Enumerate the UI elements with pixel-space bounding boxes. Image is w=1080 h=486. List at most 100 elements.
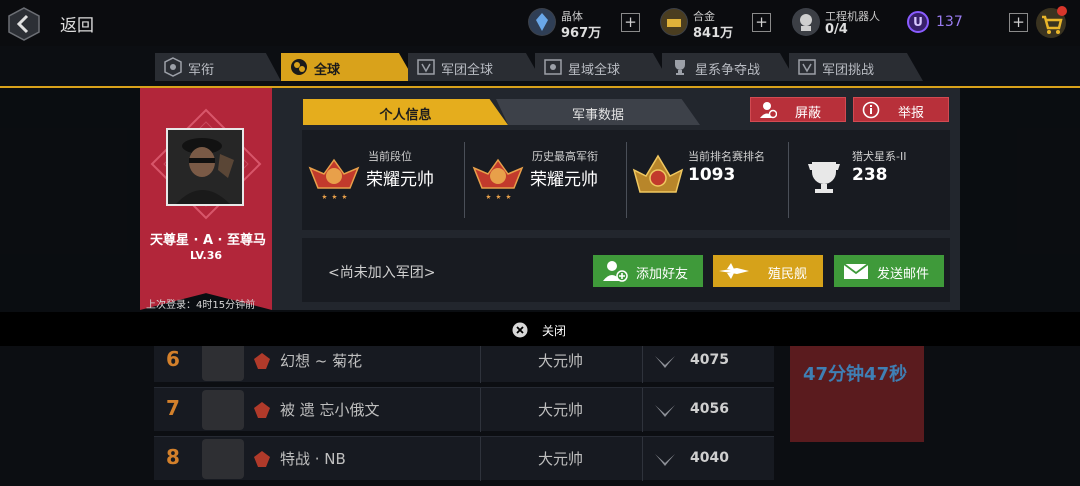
legion-status: <尚未加入军团> (328, 265, 436, 281)
add-u-currency-button[interactable]: + (1009, 13, 1028, 32)
marshal-badge-icon (472, 158, 524, 199)
tab-global[interactable]: 全球 (281, 53, 415, 81)
add-friend-button[interactable]: 添加好友 (593, 255, 703, 287)
column-divider (480, 388, 481, 432)
tab-rank[interactable]: 军衔 (155, 53, 281, 81)
global-icon (291, 59, 307, 75)
row-score: 4040 (690, 450, 729, 466)
block-label: 屏蔽 (795, 106, 822, 121)
tab-personal-info-label: 个人信息 (379, 108, 432, 123)
avatar (202, 341, 244, 381)
alloy-value: 841万 (693, 26, 734, 41)
u-currency-value: 137 (936, 14, 963, 30)
player-name: 天尊星 · A · 至尊马 (149, 233, 267, 248)
tab-legion-global-label: 军团全球 (441, 63, 494, 78)
player-portrait (166, 128, 244, 206)
wings-icon (655, 405, 675, 417)
crystal-resource: 晶体 967万 (528, 6, 608, 41)
stat-label: 当前段位 (368, 150, 412, 163)
season-timer: 47分钟47秒 (803, 364, 908, 385)
tab-starfield-global[interactable]: 星域全球 (535, 53, 669, 81)
tab-galaxy-war-label: 星系争夺战 (695, 63, 761, 78)
gold-rank-badge-icon (632, 154, 684, 193)
rank-badge-icon (254, 402, 270, 418)
row-title: 大元帅 (538, 450, 584, 468)
tab-global-label: 全球 (314, 63, 341, 78)
rank-badge-icon (254, 451, 270, 467)
stat-value: 荣耀元帅 (530, 170, 598, 190)
rank-icon (164, 57, 182, 77)
column-divider (480, 437, 481, 481)
rank-badge-icon (254, 353, 270, 369)
tab-legion-challenge[interactable]: 军团挑战 (789, 53, 923, 81)
tab-legion-global[interactable]: 军团全球 (408, 53, 542, 81)
stat-label: 猎犬星系-II (852, 150, 907, 163)
stat-galaxy: 猎犬星系-II 238 (806, 142, 946, 218)
last-login-text: 上次登录：4时15分钟前 (146, 300, 256, 311)
ship-icon (719, 263, 749, 279)
player-level: LV.36 (189, 249, 223, 262)
stat-divider (788, 142, 789, 218)
legion-icon (417, 59, 435, 75)
stat-label: 历史最高军衔 (532, 150, 598, 163)
block-button[interactable]: 屏蔽 (750, 97, 846, 122)
crystal-value: 967万 (561, 26, 602, 41)
add-crystal-button[interactable]: + (621, 13, 640, 32)
row-title: 大元帅 (538, 401, 584, 419)
add-alloy-button[interactable]: + (752, 13, 771, 32)
send-mail-label: 发送邮件 (877, 267, 930, 282)
row-score: 4056 (690, 401, 729, 417)
alloy-resource: 合金 841万 (660, 6, 740, 41)
stat-value: 荣耀元帅 (366, 170, 434, 190)
stat-ranked-match: 当前排名赛排名 1093 (630, 142, 786, 218)
send-mail-button[interactable]: 发送邮件 (834, 255, 944, 287)
row-rank: 6 (166, 347, 180, 371)
starfield-icon (544, 59, 562, 75)
robot-resource: 工程机器人 0/4 (792, 6, 892, 40)
tab-personal-info[interactable]: 个人信息 (303, 99, 508, 125)
back-button[interactable] (6, 6, 42, 42)
table-row[interactable]: 7 被 遗 忘小俄文 大元帅 4056 (154, 387, 774, 432)
tab-galaxy-war[interactable]: 星系争夺战 (662, 53, 796, 81)
row-title: 大元帅 (538, 352, 584, 370)
info-icon (862, 101, 880, 119)
row-rank: 7 (166, 396, 180, 420)
stat-highest-rank: 历史最高军衔 荣耀元帅 (470, 142, 622, 218)
row-player-name: 幻想 ~ 菊花 (280, 352, 363, 370)
colony-ship-label: 殖民舰 (768, 267, 808, 282)
avatar (202, 439, 244, 479)
row-player-name: 特战 · NB (280, 450, 346, 468)
row-player-name: 被 遗 忘小俄文 (280, 401, 380, 419)
top-bar: 返回 晶体 967万 + 合金 841万 + 工程机器人 0/4 U 137 + (0, 0, 1080, 46)
stat-label: 当前排名赛排名 (688, 150, 765, 163)
trophy-icon (675, 60, 685, 75)
leaderboard-tabs: 军衔 全球 军团全球 星域全球 星系争夺战 军团挑战 (0, 50, 1080, 86)
stat-divider (626, 142, 627, 218)
tab-legion-challenge-label: 军团挑战 (822, 63, 875, 78)
alloy-icon (660, 8, 688, 36)
trophy-icon (808, 162, 840, 193)
back-label[interactable]: 返回 (60, 11, 94, 36)
table-row[interactable]: 8 特战 · NB 大元帅 4040 (154, 436, 774, 481)
crystal-icon (528, 8, 556, 36)
cart-notification-dot (1057, 6, 1067, 16)
tab-military-data-label: 军事数据 (571, 108, 624, 123)
mail-icon (843, 263, 869, 279)
add-friend-label: 添加好友 (636, 267, 689, 282)
close-bar[interactable] (0, 312, 1080, 346)
u-currency-icon: U (907, 11, 929, 33)
colony-ship-button[interactable]: 殖民舰 (713, 255, 823, 287)
close-icon[interactable] (512, 322, 528, 338)
row-rank: 8 (166, 445, 180, 469)
robot-icon (792, 8, 820, 36)
robot-value: 0/4 (825, 22, 848, 37)
block-user-icon (760, 102, 777, 119)
marshal-badge-icon (308, 158, 360, 199)
column-divider (642, 388, 643, 432)
report-label: 举报 (898, 106, 925, 121)
tab-military-data[interactable]: 军事数据 (496, 99, 700, 125)
report-button[interactable]: 举报 (853, 97, 949, 122)
tab-starfield-global-label: 星域全球 (568, 63, 621, 78)
close-label[interactable]: 关闭 (542, 322, 566, 339)
column-divider (642, 437, 643, 481)
